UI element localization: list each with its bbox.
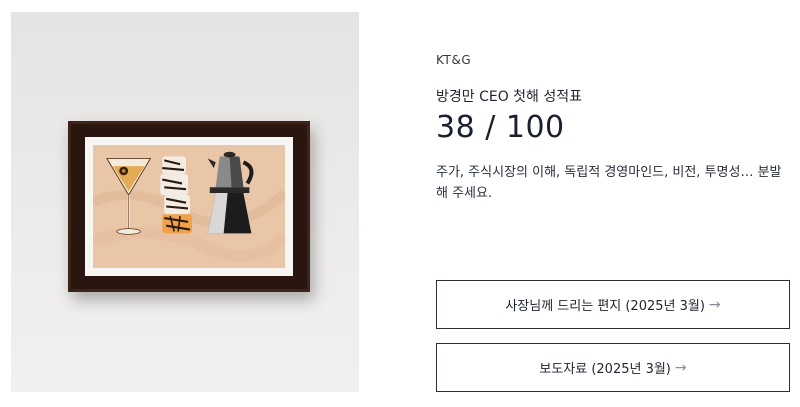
artwork-panel (11, 12, 359, 392)
report-title: 방경만 CEO 첫해 성적표 (436, 89, 583, 105)
press-release-label: 보도자료 (2025년 3월) (539, 362, 671, 377)
press-release-button[interactable]: 보도자료 (2025년 3월) → (436, 343, 790, 392)
moka-pot-icon (207, 151, 254, 234)
picture-frame (68, 121, 310, 292)
arrow-right-icon: → (674, 359, 687, 376)
letter-to-ceo-label: 사장님께 드리는 편지 (2025년 3월) (505, 299, 705, 314)
letter-to-ceo-button[interactable]: 사장님께 드리는 편지 (2025년 3월) → (436, 280, 790, 329)
score-value: 38 / 100 (436, 110, 565, 145)
brand-name: KT&G (436, 53, 472, 67)
picture-mat (85, 137, 293, 276)
arrow-right-icon: → (708, 296, 721, 313)
artwork-print (93, 145, 285, 268)
score-description: 주가, 주식시장의 이해, 독립적 경영마인드, 비전, 투명성… 분발해 주세… (436, 165, 782, 201)
